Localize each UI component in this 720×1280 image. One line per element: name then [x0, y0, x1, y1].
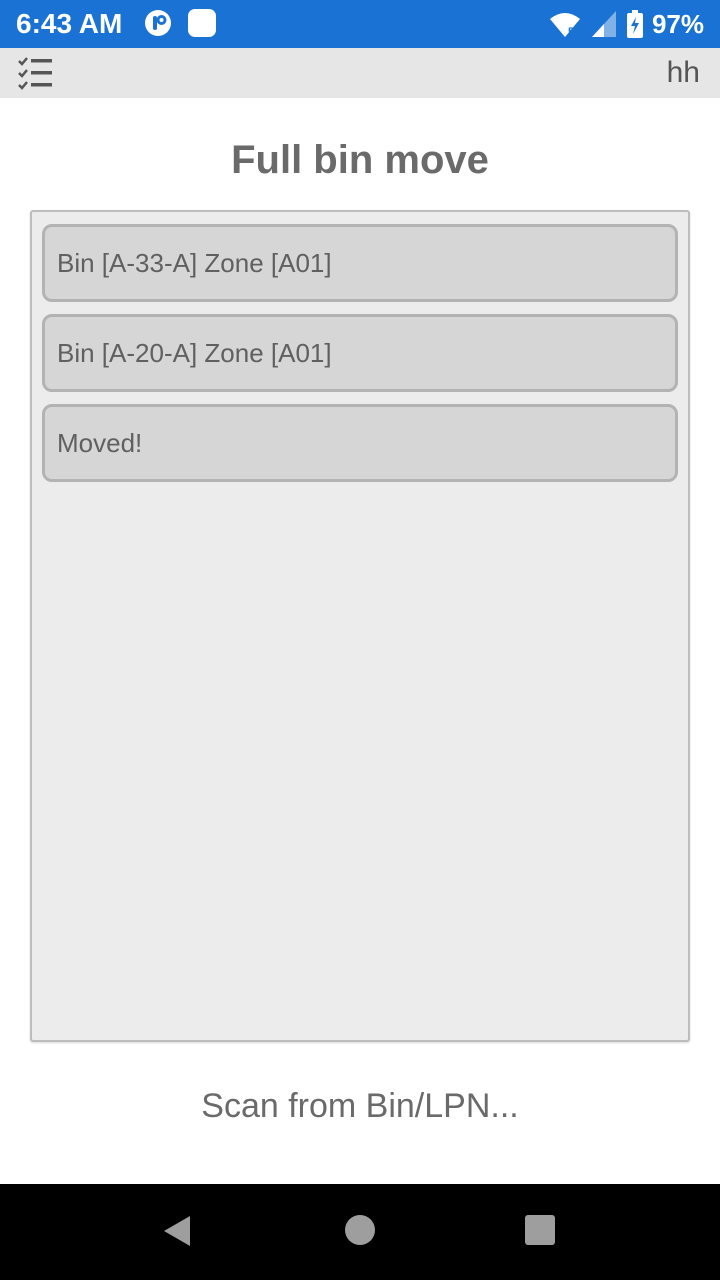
status-bar: 6:43 AM 5 97% [0, 0, 720, 48]
list-item[interactable]: Moved! [42, 404, 678, 482]
page-title: Full bin move [231, 138, 489, 182]
user-label[interactable]: hh [667, 56, 700, 90]
checklist-menu-icon[interactable] [18, 56, 54, 90]
scan-prompt: Scan from Bin/LPN... [201, 1087, 519, 1125]
bin-list-panel: Bin [A-33-A] Zone [A01] Bin [A-20-A] Zon… [30, 210, 690, 1042]
recents-icon[interactable] [524, 1214, 556, 1246]
list-item[interactable]: Bin [A-33-A] Zone [A01] [42, 224, 678, 302]
app-square-icon [188, 9, 216, 37]
battery-percent: 97% [651, 9, 704, 39]
status-right-group: 5 97% [548, 8, 704, 40]
status-notification-icons [143, 8, 217, 38]
back-icon[interactable] [160, 1214, 194, 1248]
list-item[interactable]: Bin [A-20-A] Zone [A01] [42, 314, 678, 392]
network-label: 5 [568, 26, 574, 38]
home-icon[interactable] [344, 1214, 376, 1246]
wifi-icon: 5 [549, 13, 580, 38]
toolbar: hh [0, 48, 720, 98]
status-time: 6:43 AM [16, 8, 123, 39]
app-notification-icon [145, 10, 171, 36]
cell-signal-icon [591, 11, 616, 37]
battery-charging-icon [626, 10, 643, 38]
system-nav-bar [0, 1184, 720, 1280]
